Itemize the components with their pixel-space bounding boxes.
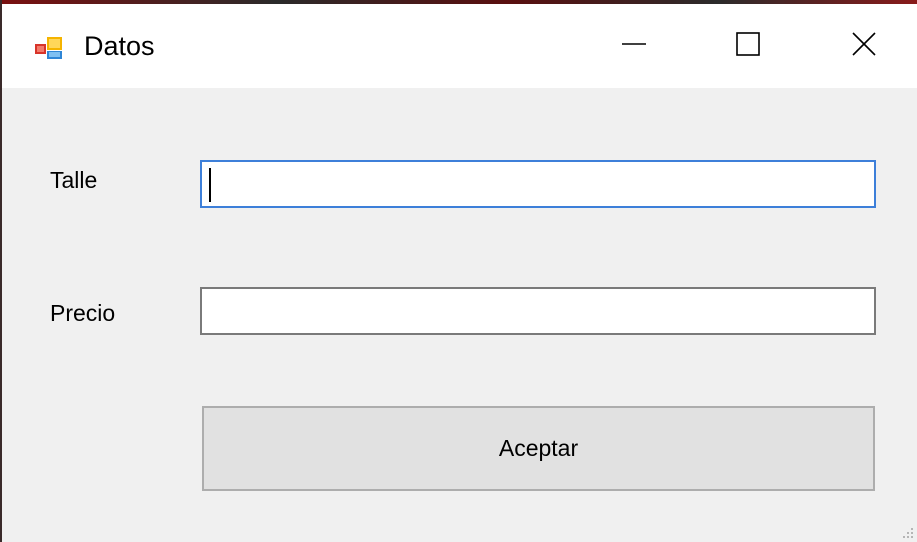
minimize-button[interactable]	[588, 4, 680, 88]
datos-window: Datos Talle Precio Aceptar	[0, 0, 917, 542]
text-caret	[209, 168, 211, 202]
maximize-icon	[735, 31, 761, 62]
aceptar-button[interactable]: Aceptar	[202, 406, 875, 491]
windows-form-icon	[34, 36, 64, 60]
precio-label: Precio	[50, 300, 116, 326]
talle-label: Talle	[50, 167, 98, 193]
maximize-button[interactable]	[702, 4, 794, 88]
resize-grip-icon[interactable]	[899, 524, 915, 540]
window-title: Datos	[84, 31, 155, 61]
precio-input[interactable]	[200, 287, 876, 335]
close-button[interactable]	[818, 4, 910, 88]
close-icon	[851, 31, 877, 62]
talle-input[interactable]	[200, 160, 876, 208]
minimize-icon	[621, 31, 647, 62]
